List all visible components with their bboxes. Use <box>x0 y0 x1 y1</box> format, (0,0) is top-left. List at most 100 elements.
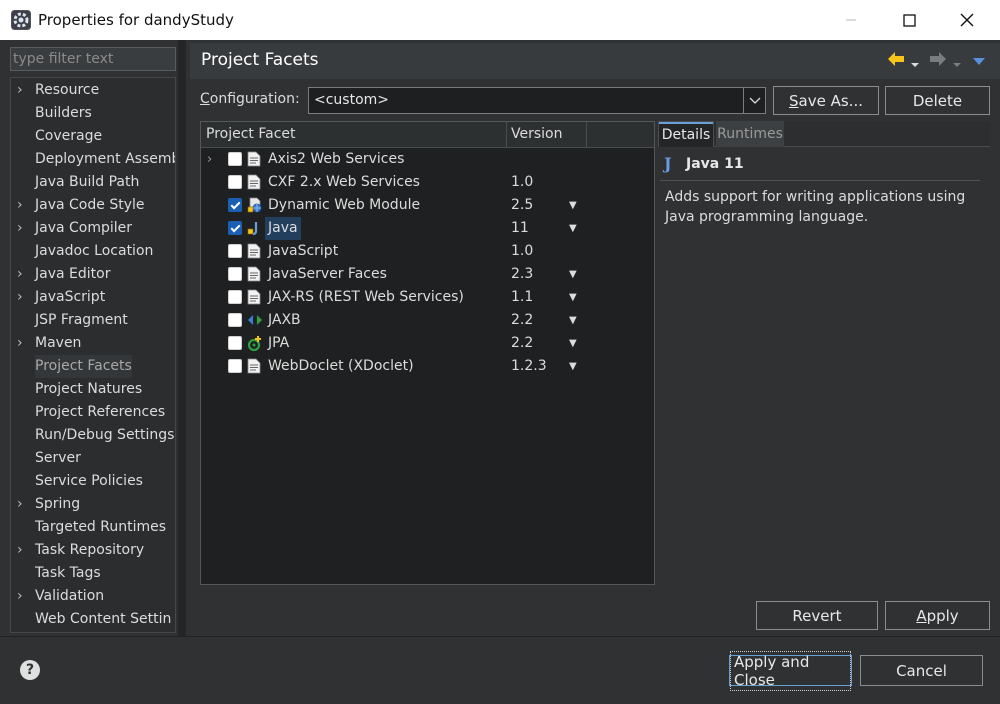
column-separator <box>506 122 507 148</box>
facet-checkbox[interactable] <box>228 175 242 189</box>
splitter-sash[interactable] <box>178 40 186 636</box>
table-row[interactable]: › Axis2 Web Services <box>201 148 654 171</box>
facet-version[interactable]: 11 <box>511 217 529 240</box>
column-version[interactable]: Version <box>511 126 562 142</box>
chevron-right-icon[interactable]: › <box>17 79 29 102</box>
save-as-button[interactable]: Save As... <box>773 86 879 115</box>
nav-item[interactable]: › Spring <box>11 493 175 516</box>
view-menu-icon[interactable] <box>972 54 986 70</box>
chevron-right-icon[interactable]: › <box>17 263 29 286</box>
nav-item[interactable]: › Java Compiler <box>11 217 175 240</box>
table-row[interactable]: JavaScript 1.0 <box>201 240 654 263</box>
delete-button[interactable]: Delete <box>885 86 990 115</box>
nav-item[interactable]: Web Content Settin <box>11 608 175 631</box>
forward-menu-icon[interactable] <box>952 56 962 72</box>
tab-details[interactable]: Details <box>658 121 714 147</box>
configuration-select[interactable]: <custom> <box>308 87 766 114</box>
nav-item[interactable]: Run/Debug Settings <box>11 424 175 447</box>
table-row[interactable]: Java 11 ▼ <box>201 217 654 240</box>
close-button[interactable] <box>938 0 996 40</box>
facet-version[interactable]: 1.0 <box>511 240 533 263</box>
chevron-right-icon[interactable]: › <box>17 194 29 217</box>
facet-checkbox[interactable] <box>228 359 242 373</box>
nav-item[interactable]: › Java Editor <box>11 263 175 286</box>
minimize-button[interactable] <box>822 0 880 40</box>
facet-checkbox[interactable] <box>228 313 242 327</box>
table-row[interactable]: JPA 2.2 ▼ <box>201 332 654 355</box>
nav-item[interactable]: Coverage <box>11 125 175 148</box>
facet-version[interactable]: 1.2.3 <box>511 355 547 378</box>
facet-name: JAXB <box>268 312 301 328</box>
facet-version[interactable]: 2.5 <box>511 194 533 217</box>
nav-item[interactable]: Project Natures <box>11 378 175 401</box>
facet-version[interactable]: 2.3 <box>511 263 533 286</box>
maximize-button[interactable] <box>880 0 938 40</box>
facet-checkbox[interactable] <box>228 267 242 281</box>
nav-item[interactable]: › Validation <box>11 585 175 608</box>
facet-checkbox[interactable] <box>228 198 242 212</box>
version-dropdown-icon[interactable]: ▼ <box>569 194 577 217</box>
facet-checkbox[interactable] <box>228 336 242 350</box>
back-arrow-icon[interactable] <box>886 50 906 72</box>
back-menu-icon[interactable] <box>910 56 920 72</box>
table-row[interactable]: CXF 2.x Web Services 1.0 <box>201 171 654 194</box>
version-dropdown-icon[interactable]: ▼ <box>569 217 577 240</box>
chevron-right-icon[interactable]: › <box>17 286 29 309</box>
table-row[interactable]: JavaServer Faces 2.3 ▼ <box>201 263 654 286</box>
table-row[interactable]: Dynamic Web Module 2.5 ▼ <box>201 194 654 217</box>
nav-item[interactable]: Targeted Runtimes <box>11 516 175 539</box>
facet-checkbox[interactable] <box>228 290 242 304</box>
facet-version[interactable]: 1.0 <box>511 171 533 194</box>
java-icon: J <box>664 154 672 173</box>
table-row[interactable]: JAXB 2.2 ▼ <box>201 309 654 332</box>
chevron-right-icon[interactable]: › <box>17 539 29 562</box>
facet-version[interactable]: 2.2 <box>511 309 533 332</box>
facet-checkbox[interactable] <box>228 221 242 235</box>
facet-version[interactable]: 1.1 <box>511 286 533 309</box>
nav-item[interactable]: Builders <box>11 102 175 125</box>
nav-item[interactable]: › JavaScript <box>11 286 175 309</box>
nav-item[interactable]: › Java Code Style <box>11 194 175 217</box>
facets-table[interactable]: Project Facet Version › Axis2 Web Service… <box>200 121 655 585</box>
nav-item[interactable]: › Maven <box>11 332 175 355</box>
tab-runtimes[interactable]: Runtimes <box>716 121 784 147</box>
column-project-facet[interactable]: Project Facet <box>206 126 296 142</box>
version-dropdown-icon[interactable]: ▼ <box>569 263 577 286</box>
nav-item[interactable]: Task Tags <box>11 562 175 585</box>
version-dropdown-icon[interactable]: ▼ <box>569 332 577 355</box>
nav-item-label: Java Editor <box>35 266 111 282</box>
facet-version[interactable]: 2.2 <box>511 332 533 355</box>
chevron-right-icon[interactable]: › <box>207 148 212 171</box>
help-icon[interactable]: ? <box>20 660 40 680</box>
version-dropdown-icon[interactable]: ▼ <box>569 286 577 309</box>
table-row[interactable]: WebDoclet (XDoclet) 1.2.3 ▼ <box>201 355 654 378</box>
cancel-button[interactable]: Cancel <box>860 655 983 686</box>
nav-item[interactable]: Project References <box>11 401 175 424</box>
chevron-right-icon[interactable]: › <box>17 332 29 355</box>
nav-item[interactable]: Service Policies <box>11 470 175 493</box>
version-dropdown-icon[interactable]: ▼ <box>569 355 577 378</box>
filter-input[interactable] <box>11 48 175 70</box>
chevron-right-icon[interactable]: › <box>17 217 29 240</box>
facet-checkbox[interactable] <box>228 244 242 258</box>
version-dropdown-icon[interactable]: ▼ <box>569 309 577 332</box>
nav-tree[interactable]: › Resource Builders Coverage Deployment Asse… <box>10 77 176 633</box>
nav-item[interactable]: Deployment Assemb <box>11 148 175 171</box>
apply-button[interactable]: Apply <box>885 601 990 630</box>
nav-item[interactable]: JSP Fragment <box>11 309 175 332</box>
forward-arrow-icon[interactable] <box>928 50 948 72</box>
nav-item[interactable]: Java Build Path <box>11 171 175 194</box>
nav-item[interactable]: › Resource <box>11 79 175 102</box>
nav-item[interactable]: Project Facets <box>11 355 175 378</box>
nav-item[interactable]: Server <box>11 447 175 470</box>
table-row[interactable]: JAX-RS (REST Web Services) 1.1 ▼ <box>201 286 654 309</box>
doc-icon <box>247 151 263 168</box>
chevron-right-icon[interactable]: › <box>17 493 29 516</box>
nav-item[interactable]: Javadoc Location <box>11 240 175 263</box>
facet-checkbox[interactable] <box>228 152 242 166</box>
nav-item[interactable]: › Task Repository <box>11 539 175 562</box>
chevron-down-icon[interactable] <box>743 88 765 113</box>
revert-button[interactable]: Revert <box>756 601 878 630</box>
apply-and-close-button[interactable]: Apply and Close <box>729 650 852 691</box>
chevron-right-icon[interactable]: › <box>17 585 29 608</box>
